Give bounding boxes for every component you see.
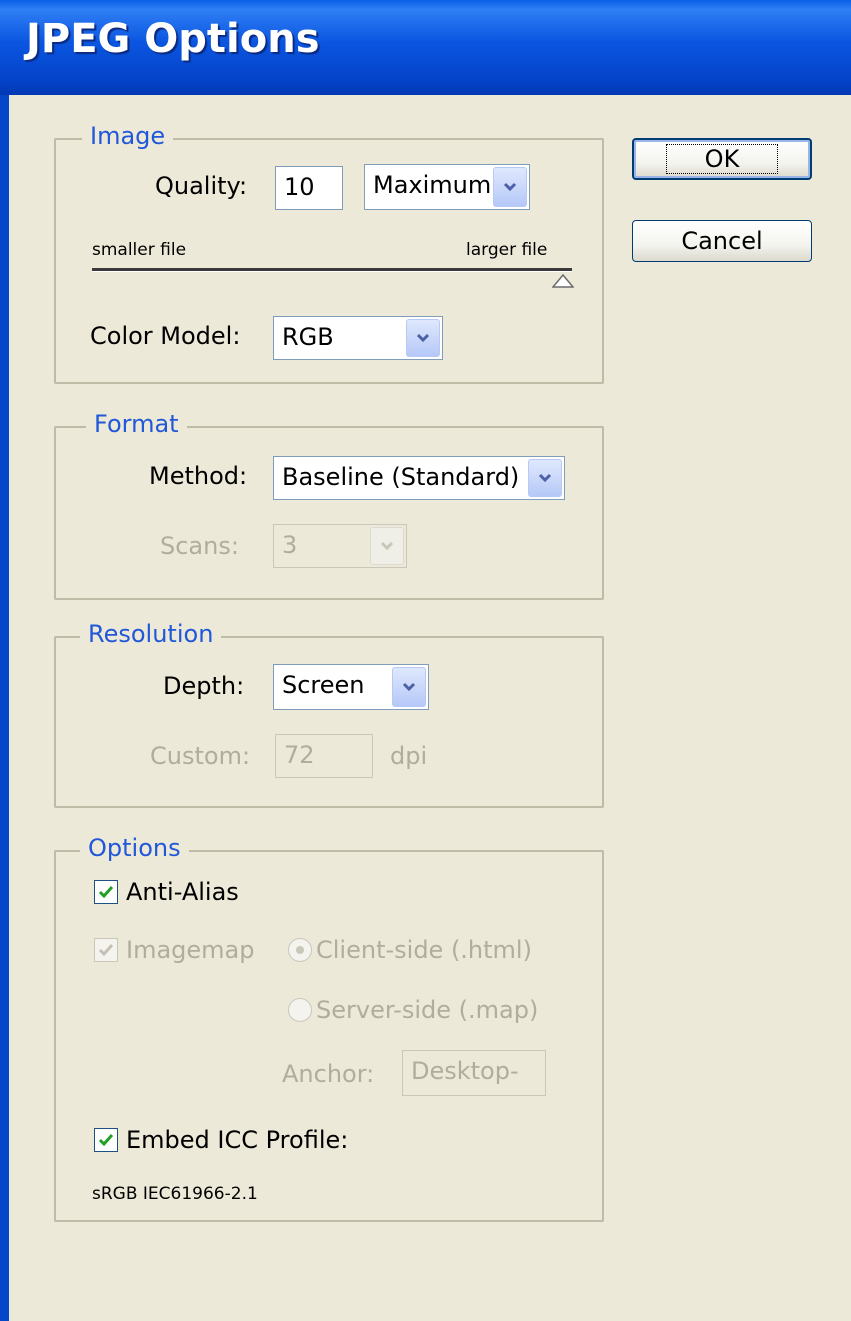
checkmark-icon <box>98 886 114 899</box>
scans-value: 3 <box>282 531 298 559</box>
client-side-label: Client-side (.html) <box>316 936 532 964</box>
quality-input[interactable]: 10 <box>275 166 343 210</box>
color-model-select[interactable]: RGB <box>273 316 443 360</box>
embed-icc-label[interactable]: Embed ICC Profile: <box>126 1126 348 1154</box>
format-group: Format <box>54 410 604 600</box>
title-bar[interactable]: JPEG Options <box>0 0 851 95</box>
client-side-radio <box>288 938 312 962</box>
quality-preset-value: Maximum <box>373 171 492 199</box>
embed-icc-checkbox[interactable] <box>94 1128 118 1152</box>
checkmark-icon <box>98 1134 114 1147</box>
window-border <box>0 95 9 1321</box>
icc-profile-name: sRGB IEC61966-2.1 <box>92 1184 258 1204</box>
options-legend: Options <box>80 834 189 862</box>
checkmark-icon <box>98 944 114 957</box>
scans-label: Scans: <box>160 532 239 560</box>
server-side-label: Server-side (.map) <box>316 996 539 1024</box>
triangle-thumb-icon[interactable] <box>552 274 574 288</box>
slider-max-label: larger file <box>466 240 548 260</box>
resolution-group: Resolution <box>54 620 604 808</box>
anti-alias-checkbox[interactable] <box>94 880 118 904</box>
anti-alias-label[interactable]: Anti-Alias <box>126 878 239 906</box>
chevron-down-icon[interactable] <box>406 319 440 357</box>
anchor-input: Desktop- <box>402 1050 546 1096</box>
custom-dpi-input: 72 <box>275 734 373 778</box>
method-label: Method: <box>149 462 248 490</box>
method-value: Baseline (Standard) <box>282 463 520 491</box>
chevron-down-icon[interactable] <box>493 167 527 207</box>
imagemap-checkbox <box>94 938 118 962</box>
ok-button[interactable]: OK <box>632 138 812 180</box>
scans-select: 3 <box>273 524 407 568</box>
quality-slider-track[interactable] <box>92 268 572 272</box>
quality-preset-select[interactable]: Maximum <box>364 164 530 210</box>
color-model-value: RGB <box>282 323 334 351</box>
dpi-unit-label: dpi <box>390 742 428 770</box>
resolution-legend: Resolution <box>80 620 222 648</box>
server-side-radio <box>288 998 312 1022</box>
method-select[interactable]: Baseline (Standard) <box>273 456 565 500</box>
cancel-button[interactable]: Cancel <box>632 220 812 262</box>
chevron-down-icon[interactable] <box>392 667 426 707</box>
depth-select[interactable]: Screen <box>273 664 429 710</box>
depth-label: Depth: <box>163 672 245 700</box>
imagemap-label: Imagemap <box>126 936 255 964</box>
ok-button-label: OK <box>665 144 779 174</box>
color-model-label: Color Model: <box>90 322 241 350</box>
custom-label: Custom: <box>150 742 251 770</box>
format-legend: Format <box>86 410 187 438</box>
quality-label: Quality: <box>155 172 248 200</box>
anchor-label: Anchor: <box>282 1060 375 1088</box>
cancel-button-label: Cancel <box>681 227 763 255</box>
depth-value: Screen <box>282 671 365 699</box>
image-legend: Image <box>82 122 174 150</box>
window-title: JPEG Options <box>26 16 320 62</box>
chevron-down-icon <box>370 527 404 565</box>
slider-min-label: smaller file <box>92 240 187 260</box>
chevron-down-icon[interactable] <box>528 459 562 497</box>
